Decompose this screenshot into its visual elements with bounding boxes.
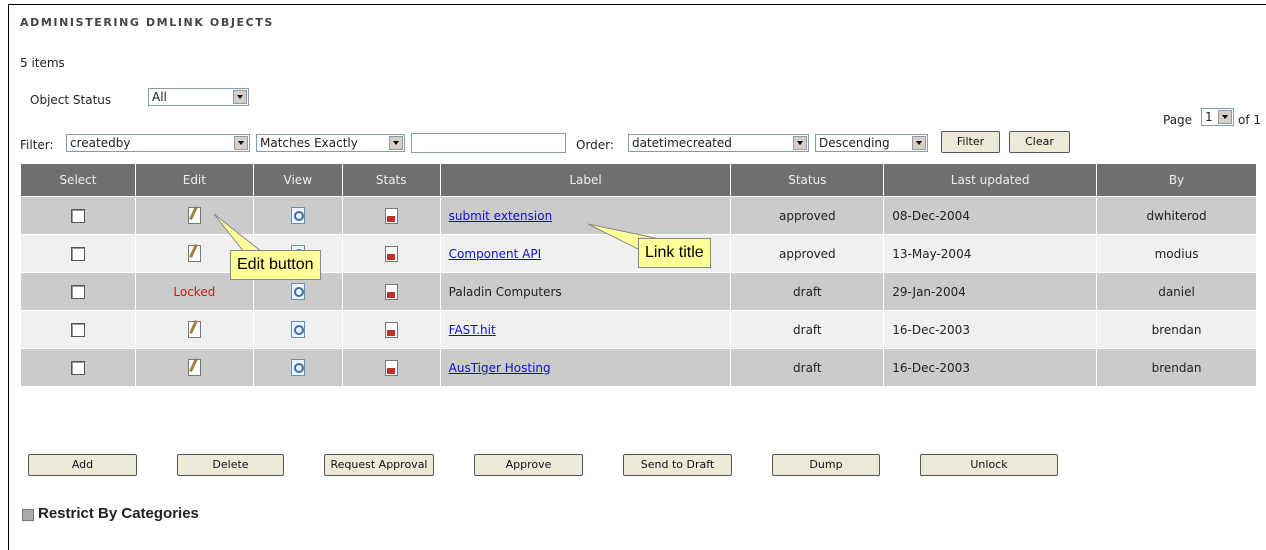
link-title-callout: Link title (638, 238, 711, 268)
view-icon[interactable] (290, 359, 305, 376)
chevron-down-icon (1218, 110, 1232, 124)
status-cell: approved (730, 234, 885, 273)
select-checkbox[interactable] (70, 246, 85, 261)
approve-button[interactable]: Approve (474, 454, 583, 476)
filter-button[interactable]: Filter (941, 131, 1000, 153)
filter-text-input[interactable] (411, 133, 566, 153)
column-header[interactable]: Select (20, 163, 136, 197)
select-checkbox[interactable] (70, 208, 85, 223)
edit-icon[interactable] (187, 321, 201, 338)
object-label: Paladin Computers (439, 272, 732, 311)
page-value: 1 (1205, 110, 1213, 124)
column-header[interactable]: Label (439, 163, 732, 197)
edit-icon[interactable] (187, 359, 201, 376)
edit-callout-pointer (213, 213, 264, 253)
updated-cell: 16-Dec-2003 (883, 348, 1098, 387)
item-count: 5 items (20, 56, 65, 70)
column-header[interactable]: By (1096, 163, 1257, 197)
status-cell: draft (730, 310, 885, 349)
updated-cell: 16-Dec-2003 (883, 310, 1098, 349)
chevron-down-icon (793, 136, 807, 150)
order-label: Order: (576, 138, 614, 152)
select-checkbox[interactable] (70, 322, 85, 337)
add-button[interactable]: Add (28, 454, 137, 476)
order-direction-select[interactable]: Descending (815, 134, 928, 152)
by-cell: brendan (1096, 348, 1257, 387)
column-header[interactable]: Last updated (883, 163, 1098, 197)
page-title: ADMINISTERING DMLINK OBJECTS (20, 16, 274, 29)
order-field-value: datetimecreated (632, 136, 732, 150)
view-icon[interactable] (290, 321, 305, 338)
locked-label: Locked (173, 284, 216, 299)
column-header[interactable]: Edit (134, 163, 254, 197)
status-cell: draft (730, 348, 885, 387)
table-row: AusTiger Hosting draft 16-Dec-2003 brend… (20, 348, 1257, 387)
clear-button[interactable]: Clear (1009, 131, 1070, 153)
dump-button[interactable]: Dump (772, 454, 880, 476)
filter-field-value: createdby (70, 136, 131, 150)
chevron-down-icon (233, 90, 247, 104)
filter-field-select[interactable]: createdby (66, 134, 250, 152)
filter-match-select[interactable]: Matches Exactly (256, 134, 405, 152)
select-checkbox[interactable] (70, 360, 85, 375)
order-field-select[interactable]: datetimecreated (628, 134, 809, 152)
page-select[interactable]: 1 (1201, 108, 1234, 126)
by-cell: dwhiterod (1096, 196, 1257, 235)
send-to-draft-button[interactable]: Send to Draft (623, 454, 732, 476)
chevron-down-icon (234, 136, 248, 150)
page-label: Page (1163, 113, 1193, 127)
object-status-label: Object Status (30, 93, 112, 107)
object-status-value: All (152, 90, 167, 104)
restrict-categories-heading[interactable]: Restrict By Categories (38, 505, 199, 522)
table-header-row: Select Edit View Stats Label Status Last… (20, 163, 1257, 197)
request-approval-button[interactable]: Request Approval (324, 454, 434, 476)
view-icon[interactable] (290, 283, 305, 300)
object-status-select[interactable]: All (148, 88, 249, 106)
filter-label: Filter: (20, 138, 54, 152)
delete-button[interactable]: Delete (177, 454, 284, 476)
table-row: FAST.hit draft 16-Dec-2003 brendan (20, 310, 1257, 349)
collapse-toggle-icon[interactable] (22, 509, 34, 521)
edit-icon[interactable] (187, 245, 201, 262)
by-cell: daniel (1096, 272, 1257, 311)
table-row: Locked Paladin Computers draft 29-Jan-20… (20, 272, 1257, 311)
column-header[interactable]: Stats (341, 163, 441, 197)
column-header[interactable]: Status (730, 163, 885, 197)
filter-match-value: Matches Exactly (260, 136, 358, 150)
stats-icon[interactable] (384, 321, 398, 338)
objects-table: Select Edit View Stats Label Status Last… (20, 163, 1257, 387)
status-cell: approved (730, 196, 885, 235)
column-header[interactable]: View (252, 163, 343, 197)
chevron-down-icon (389, 136, 403, 150)
object-label-link[interactable]: AusTiger Hosting (449, 361, 551, 375)
unlock-button[interactable]: Unlock (920, 454, 1058, 476)
updated-cell: 13-May-2004 (883, 234, 1098, 273)
status-cell: draft (730, 272, 885, 311)
chevron-down-icon (912, 136, 926, 150)
by-cell: modius (1096, 234, 1257, 273)
object-label-link[interactable]: FAST.hit (449, 323, 496, 337)
updated-cell: 08-Dec-2004 (883, 196, 1098, 235)
page-of-label: of 1 (1238, 113, 1262, 127)
updated-cell: 29-Jan-2004 (883, 272, 1098, 311)
by-cell: brendan (1096, 310, 1257, 349)
order-direction-value: Descending (819, 136, 890, 150)
stats-icon[interactable] (384, 283, 398, 300)
stats-icon[interactable] (384, 359, 398, 376)
edit-button-callout: Edit button (230, 250, 321, 280)
select-checkbox[interactable] (70, 284, 85, 299)
edit-icon[interactable] (187, 207, 201, 224)
